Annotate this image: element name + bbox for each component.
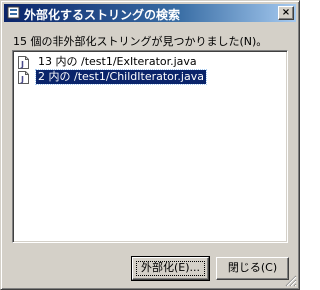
java-file-icon: J bbox=[18, 71, 29, 84]
externalize-button-label: 外部化(E)... bbox=[133, 258, 208, 279]
result-message: 15 個の非外部化ストリングが見つかりました(N)。 bbox=[13, 35, 268, 48]
dialog-title-icon bbox=[7, 6, 20, 19]
java-file-icon: J bbox=[18, 56, 29, 69]
dialog-title: 外部化するストリングの検索 bbox=[24, 8, 181, 22]
list-item-label: 13 内の /test1/ExIterator.java bbox=[38, 55, 197, 68]
svg-text:J: J bbox=[20, 60, 24, 69]
svg-text:J: J bbox=[20, 75, 24, 84]
close-button[interactable]: 閉じる(C) bbox=[216, 257, 289, 280]
close-icon[interactable]: × bbox=[278, 6, 294, 20]
externalize-button[interactable]: 外部化(E)... bbox=[131, 256, 210, 281]
resize-grip-icon[interactable] bbox=[285, 275, 297, 287]
title-bar[interactable]: 外部化するストリングの検索 × bbox=[4, 4, 296, 22]
list-item-label: 2 内の /test1/ChildIterator.java bbox=[35, 69, 207, 85]
dialog-window: 外部化するストリングの検索 × 15 個の非外部化ストリングが見つかりました(N… bbox=[0, 0, 300, 290]
close-button-label: 閉じる(C) bbox=[227, 261, 278, 274]
results-list[interactable]: J 13 内の /test1/ExIterator.java J 2 内の /t… bbox=[12, 50, 288, 243]
